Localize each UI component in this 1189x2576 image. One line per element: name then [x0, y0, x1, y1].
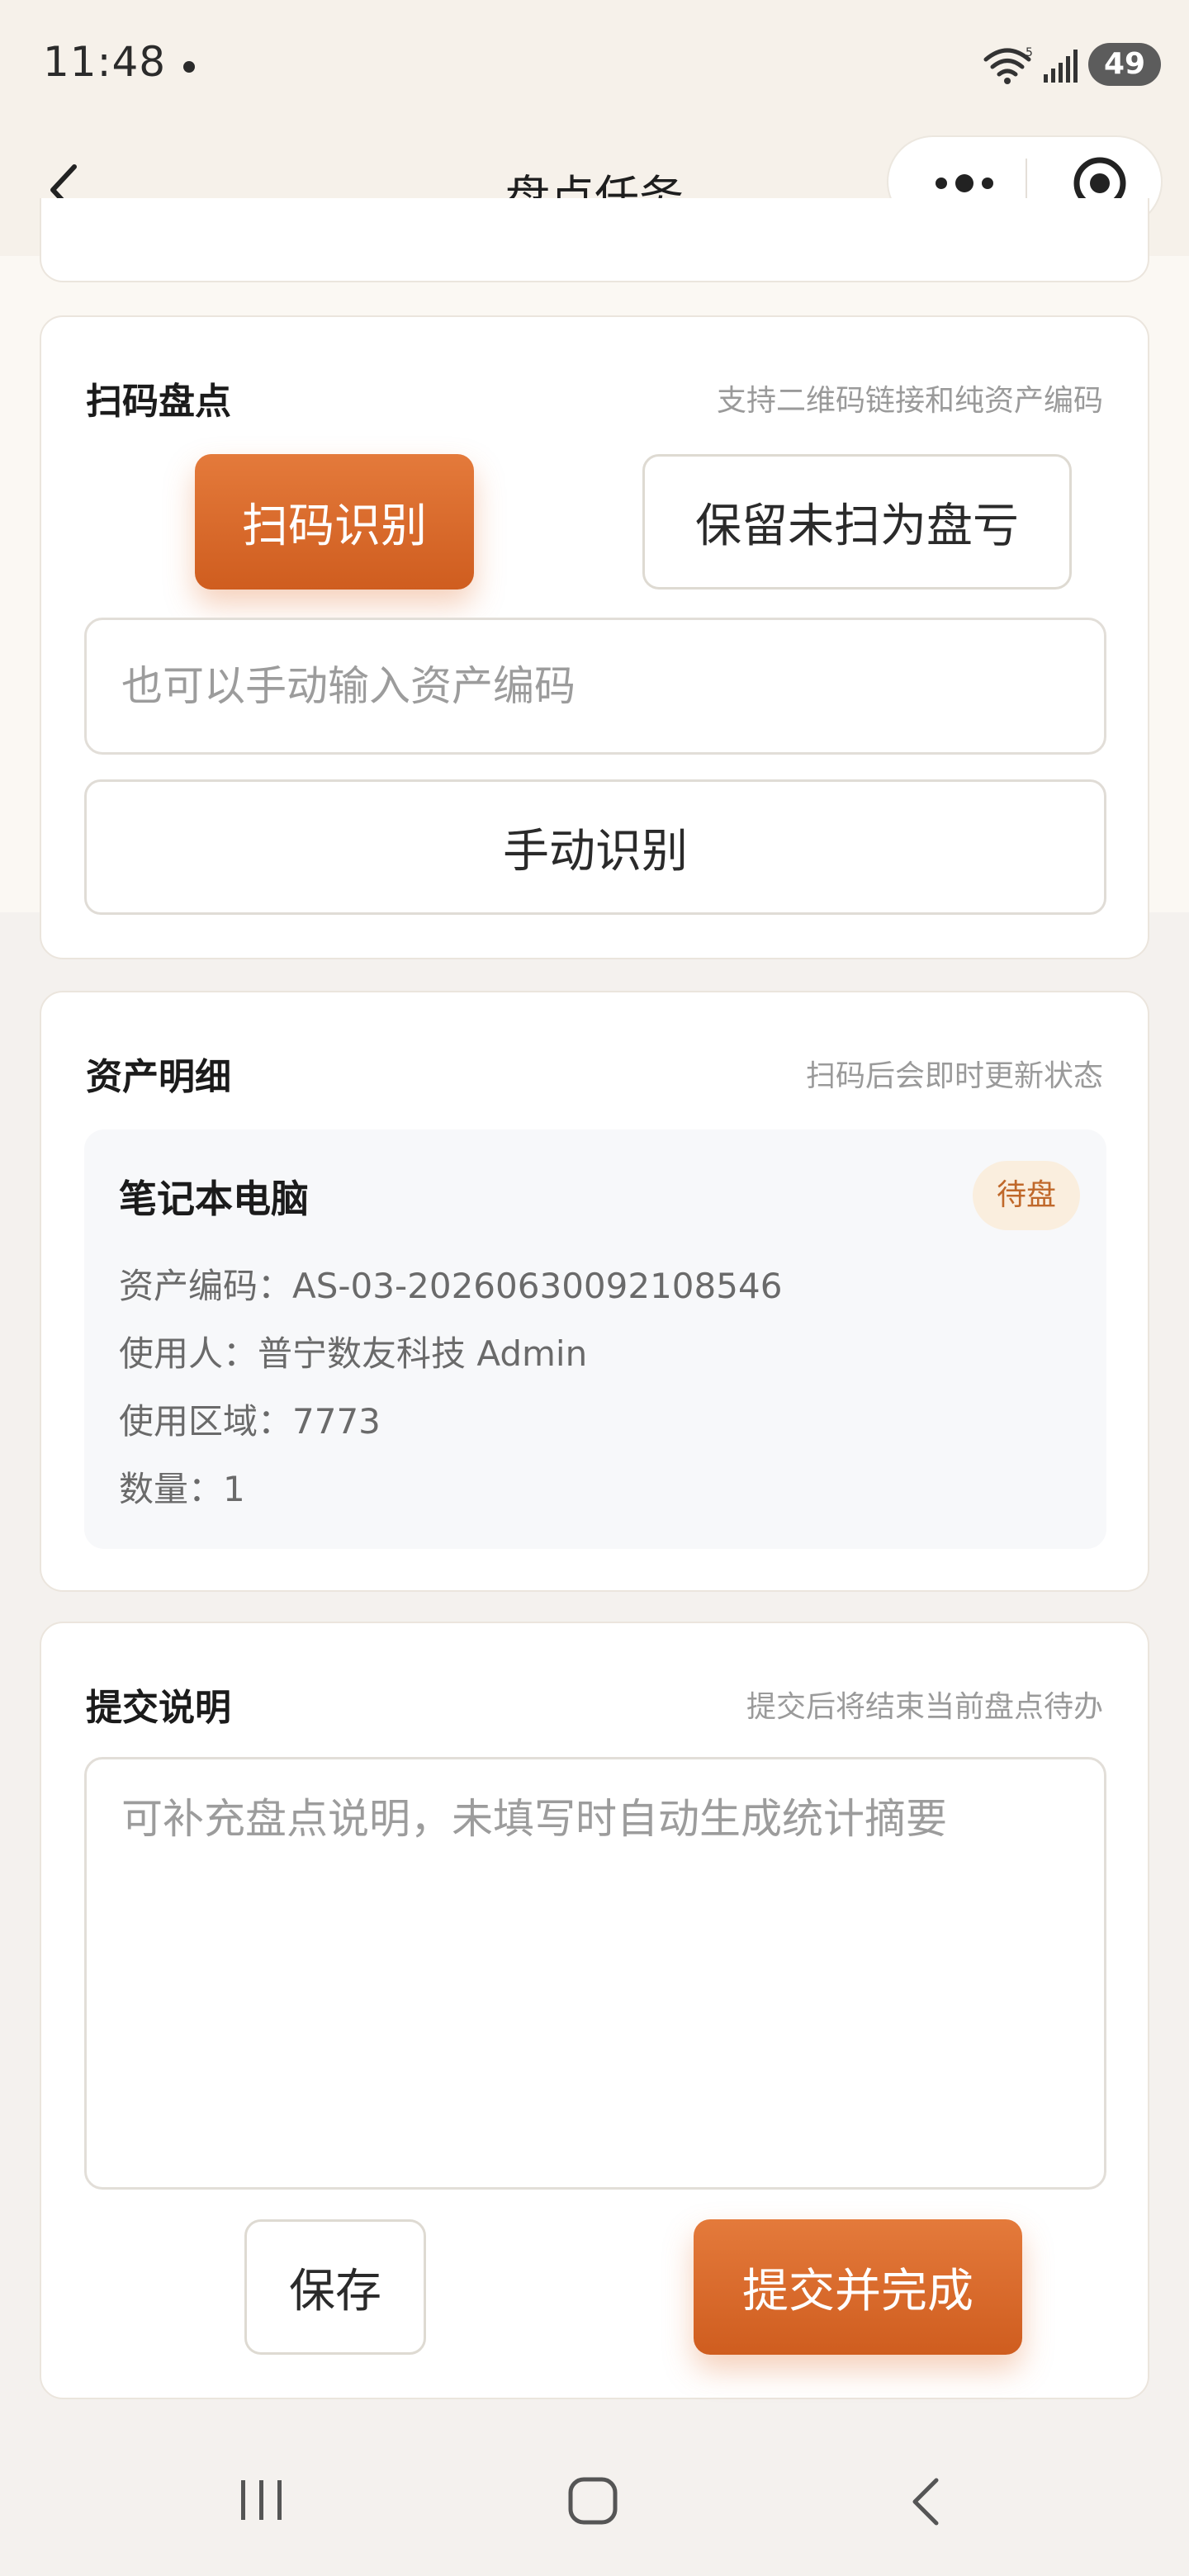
manual-recognize-button[interactable]: 手动识别	[84, 779, 1106, 915]
submit-note-textarea[interactable]	[84, 1757, 1106, 2190]
battery-icon: 49	[1088, 43, 1161, 86]
status-time: 11:48	[43, 38, 167, 86]
status-bar: 11:48 5 49	[0, 0, 1189, 132]
notification-dot-icon	[183, 61, 195, 73]
submit-complete-button[interactable]: 提交并完成	[694, 2219, 1022, 2355]
recent-apps-icon[interactable]	[236, 2475, 287, 2525]
wifi-icon: 5	[983, 46, 1033, 84]
signal-icon	[1044, 50, 1078, 83]
home-icon[interactable]	[566, 2475, 619, 2526]
asset-area: 使用区域：7773	[119, 1401, 381, 1442]
submit-section-hint: 提交后将结束当前盘点待办	[746, 1690, 1103, 1724]
save-button[interactable]: 保存	[244, 2219, 426, 2355]
asset-detail-card: 资产明细 扫码后会即时更新状态 笔记本电脑 待盘 资产编码：AS-03-2026…	[40, 991, 1149, 1592]
scan-section-title: 扫码盘点	[86, 381, 231, 423]
asset-code: 资产编码：AS-03-20260630092108546	[119, 1266, 783, 1306]
scan-section-hint: 支持二维码链接和纯资产编码	[716, 384, 1103, 418]
scan-inventory-card: 扫码盘点 支持二维码链接和纯资产编码 扫码识别 保留未扫为盘亏 手动识别	[40, 315, 1149, 959]
previous-card-edge	[40, 198, 1149, 282]
asset-code-input[interactable]	[84, 618, 1106, 755]
system-navigation-bar	[0, 2436, 1189, 2576]
submit-section-title: 提交说明	[86, 1687, 231, 1729]
back-icon[interactable]	[907, 2475, 943, 2528]
mark-unscanned-loss-button[interactable]: 保留未扫为盘亏	[642, 454, 1072, 590]
asset-name: 笔记本电脑	[119, 1177, 309, 1221]
scan-recognize-button[interactable]: 扫码识别	[195, 454, 474, 590]
asset-section-title: 资产明细	[86, 1056, 231, 1098]
svg-text:5: 5	[1026, 46, 1033, 59]
asset-list-item[interactable]: 笔记本电脑 待盘 资产编码：AS-03-20260630092108546 使用…	[84, 1129, 1106, 1549]
submit-note-card: 提交说明 提交后将结束当前盘点待办 保存 提交并完成	[40, 1622, 1149, 2399]
status-badge: 待盘	[973, 1161, 1080, 1230]
asset-user: 使用人：普宁数友科技 Admin	[119, 1333, 588, 1374]
asset-quantity: 数量：1	[119, 1469, 245, 1509]
asset-section-hint: 扫码后会即时更新状态	[805, 1059, 1103, 1093]
